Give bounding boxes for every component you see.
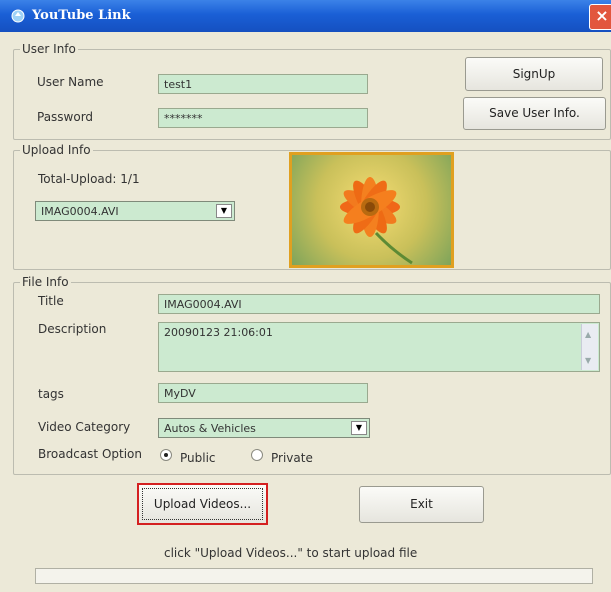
title-label: Title — [38, 294, 64, 308]
password-field[interactable]: ******* — [158, 108, 368, 128]
flower-image — [340, 177, 413, 265]
password-label: Password — [37, 110, 94, 124]
description-field[interactable]: 20090123 21:06:01 ▲ ▼ — [158, 322, 600, 372]
close-button[interactable]: × — [589, 4, 611, 30]
broadcast-label: Broadcast Option — [38, 447, 142, 461]
app-icon — [11, 9, 25, 23]
chevron-down-icon[interactable]: ▼ — [351, 421, 367, 435]
close-icon: × — [595, 6, 609, 25]
upload-hint: click "Upload Videos..." to start upload… — [164, 546, 418, 560]
upload-progress-bar — [35, 568, 593, 584]
user-info-legend: User Info — [22, 42, 76, 56]
username-label: User Name — [37, 75, 104, 89]
upload-videos-button[interactable]: Upload Videos... — [137, 483, 268, 525]
title-field[interactable]: IMAG0004.AVI — [158, 294, 600, 314]
upload-videos-label: Upload Videos... — [153, 497, 252, 511]
category-label: Video Category — [38, 420, 131, 434]
description-scrollbar[interactable]: ▲ ▼ — [581, 324, 598, 370]
description-value: 20090123 21:06:01 — [164, 326, 273, 339]
file-select-value: IMAG0004.AVI — [41, 205, 119, 218]
scroll-down-icon[interactable]: ▼ — [585, 356, 591, 365]
window-title: YouTube Link — [32, 8, 131, 23]
username-field[interactable]: test1 — [158, 74, 368, 94]
save-user-info-button[interactable]: Save User Info. — [463, 97, 606, 130]
upload-videos-focus: Upload Videos... — [142, 488, 263, 520]
exit-button[interactable]: Exit — [359, 486, 484, 523]
signup-button[interactable]: SignUp — [465, 57, 603, 91]
upload-info-legend: Upload Info — [22, 143, 91, 157]
chevron-down-icon[interactable]: ▼ — [216, 204, 232, 218]
category-select[interactable]: Autos & Vehicles ▼ — [158, 418, 370, 438]
file-select[interactable]: IMAG0004.AVI ▼ — [35, 201, 235, 221]
private-radio[interactable] — [251, 449, 263, 461]
video-thumbnail — [289, 152, 454, 268]
tags-label: tags — [38, 387, 64, 401]
private-label[interactable]: Private — [271, 451, 313, 465]
total-upload-label: Total-Upload: 1/1 — [38, 172, 140, 186]
public-label[interactable]: Public — [180, 451, 216, 465]
category-value: Autos & Vehicles — [164, 422, 256, 435]
file-info-legend: File Info — [22, 275, 69, 289]
public-radio[interactable] — [160, 449, 172, 461]
scroll-up-icon[interactable]: ▲ — [585, 330, 591, 339]
tags-field[interactable]: MyDV — [158, 383, 368, 403]
title-bar: YouTube Link × — [0, 0, 611, 32]
description-label: Description — [38, 322, 107, 336]
